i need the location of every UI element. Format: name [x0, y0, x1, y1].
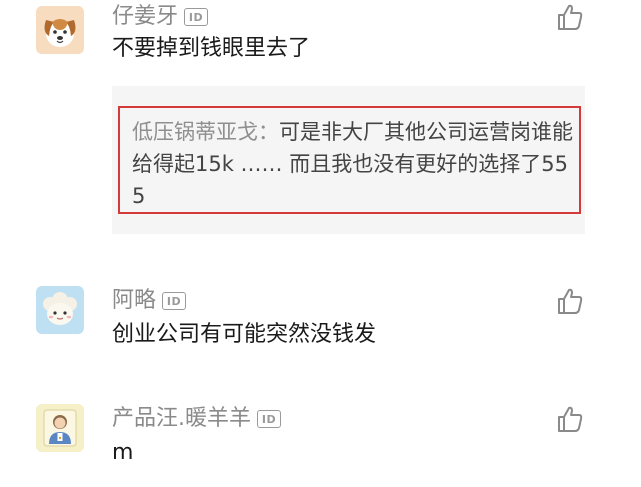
comment-text: m: [112, 440, 134, 465]
comment-item: 产品汪.暖羊羊 ID m: [0, 392, 641, 487]
comment-text: 不要掉到钱眼里去了: [112, 36, 311, 61]
sheep-icon: [36, 286, 84, 334]
comment-list: 仔姜牙 ID 不要掉到钱眼里去了 低压锅蒂亚戈：可是非大厂其他公司运营岗谁能给得…: [0, 0, 641, 487]
username-row: 仔姜牙 ID: [112, 2, 209, 32]
avatar[interactable]: [36, 6, 84, 54]
username[interactable]: 阿略: [112, 286, 156, 316]
quoted-reply[interactable]: 低压锅蒂亚戈：可是非大厂其他公司运营岗谁能给得起15k …… 而且我也没有更好的…: [112, 86, 585, 234]
like-icon[interactable]: [555, 404, 585, 434]
comment-text: 创业公司有可能突然没钱发: [112, 322, 377, 347]
quote-author[interactable]: 低压锅蒂亚戈：: [132, 120, 279, 144]
comment-item: 阿略 ID 创业公司有可能突然没钱发: [0, 276, 641, 386]
username-row: 阿略 ID: [112, 286, 187, 316]
person-icon: [36, 404, 84, 452]
like-icon[interactable]: [555, 286, 585, 316]
comment-item: 仔姜牙 ID 不要掉到钱眼里去了 低压锅蒂亚戈：可是非大厂其他公司运营岗谁能给得…: [0, 0, 641, 250]
username[interactable]: 仔姜牙: [112, 2, 178, 32]
username-row: 产品汪.暖羊羊 ID: [112, 404, 281, 434]
id-badge: ID: [162, 292, 187, 310]
id-badge: ID: [184, 8, 209, 26]
like-icon[interactable]: [555, 2, 585, 32]
quote-text: 低压锅蒂亚戈：可是非大厂其他公司运营岗谁能给得起15k …… 而且我也没有更好的…: [132, 116, 580, 212]
id-badge: ID: [257, 410, 281, 428]
username[interactable]: 产品汪.暖羊羊: [112, 404, 251, 434]
avatar[interactable]: [36, 404, 84, 452]
avatar[interactable]: [36, 286, 84, 334]
dog-icon: [36, 6, 84, 54]
